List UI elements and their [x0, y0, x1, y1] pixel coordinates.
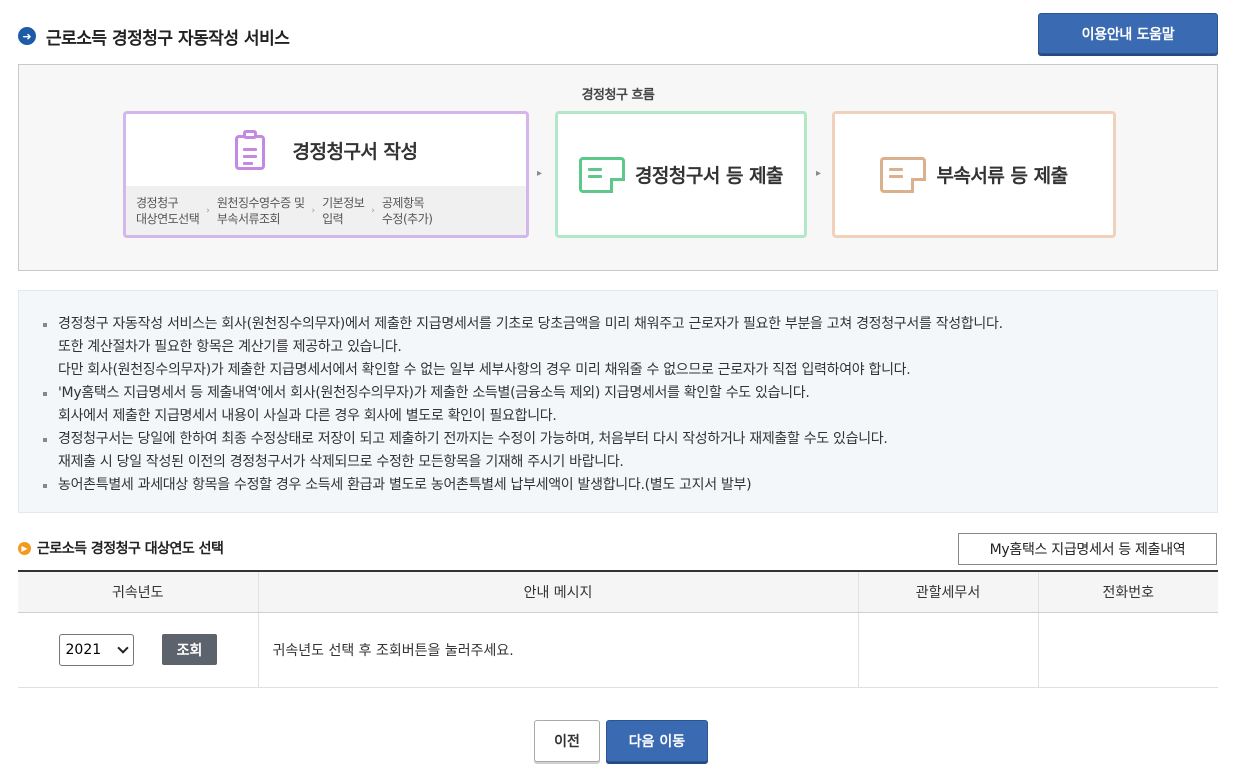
- next-button[interactable]: 다음 이동: [606, 720, 708, 762]
- flow-arrow-icon: ▸: [816, 168, 822, 179]
- year-value: 2021: [65, 641, 102, 658]
- notice-item: 경정청구서는 당일에 한하여 최종 수정상태로 저장이 되고 제출하기 전까지는…: [43, 428, 1217, 474]
- flow-step-attachments: 부속서류 등 제출: [832, 111, 1116, 238]
- page-title: 근로소득 경정청구 자동작성 서비스: [46, 28, 290, 49]
- flow-step-submit: 경정청구서 등 제출: [555, 111, 807, 238]
- step-label: 부속서류 등 제출: [936, 165, 1068, 187]
- substep-item: 기본정보 입력: [322, 195, 365, 226]
- bullet-icon: [43, 323, 47, 327]
- substep-item: 경정청구 대상연도선택: [136, 195, 200, 226]
- column-header: 귀속년도: [18, 570, 258, 613]
- bullet-icon: [43, 392, 47, 396]
- bullet-icon: [43, 438, 47, 442]
- chevron-right-icon: ›: [311, 205, 316, 216]
- column-header: 안내 메시지: [257, 570, 858, 613]
- chevron-right-icon: ›: [206, 205, 210, 216]
- year-select[interactable]: 2021: [58, 633, 134, 666]
- query-button[interactable]: 조회: [161, 634, 217, 665]
- step-label: 경정청구서 작성: [292, 140, 418, 163]
- column-header: 관할세무서: [857, 570, 1038, 613]
- document-icon: [880, 156, 927, 193]
- substep-item: 공제항목 수정(추가): [381, 195, 433, 226]
- phone-cell: [1037, 612, 1218, 688]
- section-title: 근로소득 경정청구 대상연도 선택: [37, 541, 224, 557]
- flow-diagram: 경정청구 흐름 경정청구서 작성 경정청구 대상연도선택 › 원천징수영수증 및…: [18, 64, 1218, 271]
- prev-button[interactable]: 이전: [534, 720, 600, 762]
- tax-office-cell: [857, 612, 1038, 688]
- column-header: 전화번호: [1037, 570, 1218, 613]
- notice-item: 경정청구 자동작성 서비스는 회사(원천징수의무자)에서 제출한 지급명세서를 …: [43, 313, 1217, 382]
- step-label: 경정청구서 등 제출: [634, 165, 784, 187]
- arrow-right-circle-icon: ➜: [18, 27, 36, 45]
- clipboard-icon: [234, 130, 265, 170]
- chevron-right-icon: ›: [371, 205, 375, 216]
- notice-item: 'My홈택스 지급명세서 등 제출내역'에서 회사(원천징수의무자)가 제출한 …: [43, 382, 1217, 428]
- section-header: ▶ 근로소득 경정청구 대상연도 선택: [18, 536, 224, 560]
- flow-title: 경정청구 흐름: [581, 88, 655, 103]
- table-row: 2021 조회 귀속년도 선택 후 조회버튼을 눌러주세요.: [18, 612, 1218, 688]
- substep-list: 경정청구 대상연도선택 › 원천징수영수증 및 부속서류조회 › 기본정보 입력…: [126, 186, 526, 235]
- substep-item: 원천징수영수증 및 부속서류조회: [216, 195, 305, 226]
- page-header: ➜ 근로소득 경정청구 자동작성 서비스: [18, 22, 290, 50]
- message-cell: 귀속년도 선택 후 조회버튼을 눌러주세요.: [257, 612, 858, 688]
- table-header-row: 귀속년도 안내 메시지 관할세무서 전화번호: [18, 570, 1218, 613]
- flow-step-write: 경정청구서 작성 경정청구 대상연도선택 › 원천징수영수증 및 부속서류조회 …: [123, 111, 529, 238]
- chevron-right-circle-icon: ▶: [18, 541, 31, 555]
- notice-item: 농어촌특별세 과세대상 항목을 수정할 경우 소득세 환급과 별도로 농어촌특별…: [43, 474, 1217, 497]
- chevron-down-icon: [116, 641, 129, 654]
- year-selection-table: 귀속년도 안내 메시지 관할세무서 전화번호 2021 조회 귀속년도 선택 후…: [18, 570, 1218, 688]
- flow-arrow-icon: ▸: [537, 168, 543, 179]
- document-icon: [578, 156, 625, 193]
- myhometax-submission-button[interactable]: My홈택스 지급명세서 등 제출내역: [958, 533, 1217, 565]
- notice-box: 경정청구 자동작성 서비스는 회사(원천징수의무자)에서 제출한 지급명세서를 …: [18, 290, 1218, 513]
- help-button[interactable]: 이용안내 도움말: [1038, 13, 1218, 54]
- bullet-icon: [43, 484, 47, 488]
- year-cell: 2021 조회: [18, 612, 258, 688]
